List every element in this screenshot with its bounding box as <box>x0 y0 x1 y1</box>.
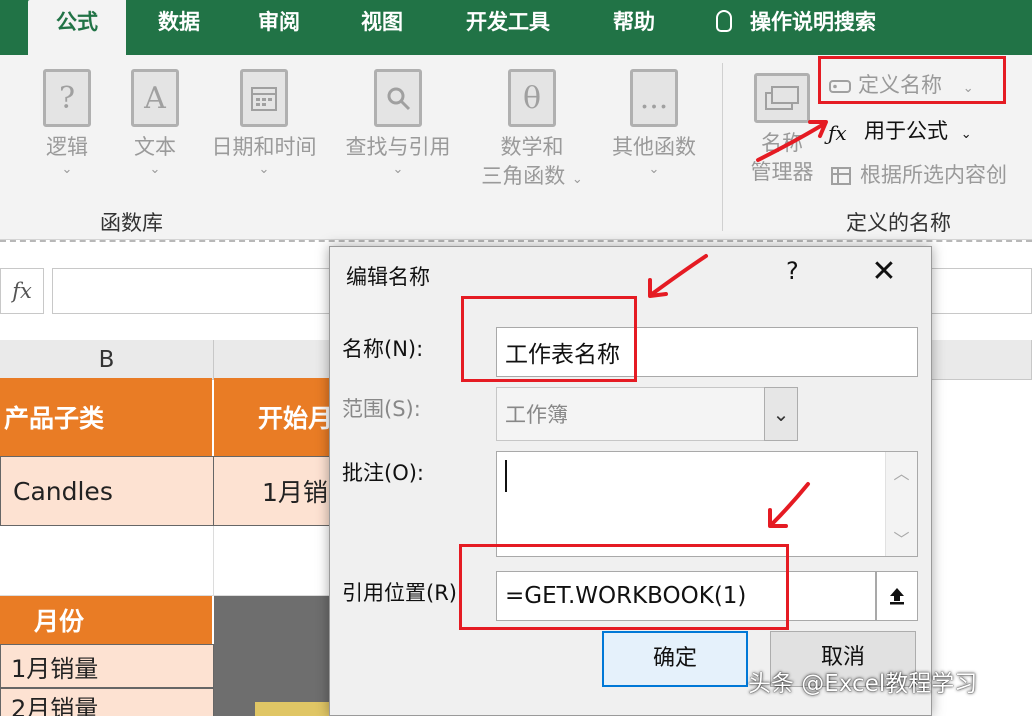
empty-cell[interactable] <box>0 526 214 596</box>
tab-formulas[interactable]: 公式 <box>28 0 126 55</box>
red-arrow-icon <box>648 254 708 298</box>
more-book-icon: ... <box>630 69 678 127</box>
lookup-label: 查找与引用 <box>345 135 451 159</box>
text-caret <box>505 460 507 492</box>
close-icon[interactable]: ✕ <box>866 255 902 291</box>
help-icon[interactable]: ? <box>786 257 799 285</box>
ribbon-tab-bar: 公式 数据 审阅 视图 开发工具 帮助 操作说明搜索 <box>0 0 1032 55</box>
tab-data[interactable]: 数据 <box>140 0 218 55</box>
tell-me-label: 操作说明搜索 <box>750 10 876 34</box>
scope-select[interactable]: 工作簿 <box>496 387 766 441</box>
tab-review[interactable]: 审阅 <box>243 0 315 55</box>
more-functions-button[interactable]: ... 其他函数 ⌄ <box>602 69 706 178</box>
chevron-down-icon: ⌄ <box>392 162 404 177</box>
chevron-down-icon[interactable]: ⌄ <box>764 387 798 441</box>
red-arrow-icon <box>756 120 828 162</box>
defined-names-group-label: 定义的名称 <box>846 211 951 235</box>
chevron-down-icon: ⌄ <box>149 162 161 177</box>
insert-function-button[interactable]: fx <box>0 268 44 314</box>
chevron-down-icon: ⌄ <box>258 162 270 177</box>
logical-label: 逻辑 <box>46 135 88 159</box>
chevron-down-icon: ⌄ <box>960 127 972 142</box>
scroll-up-icon[interactable]: ︿ <box>886 460 917 484</box>
chevron-down-icon: ⌄ <box>61 162 73 177</box>
collapse-dialog-button[interactable] <box>876 571 918 621</box>
dark-banner <box>214 596 332 716</box>
math-trig-functions-button[interactable]: θ 数学和 三角函数 ⌄ <box>470 69 594 194</box>
header-cell-month[interactable]: 月份 <box>0 596 212 644</box>
header-cell-subcategory[interactable]: 产品子类 <box>0 378 212 456</box>
math-label-line1: 数学和 <box>500 135 564 159</box>
header-cell-start-month[interactable]: 开始月 <box>214 378 344 456</box>
highlight-box-refers-to <box>459 544 789 630</box>
empty-cell[interactable] <box>214 526 334 596</box>
cell-start-month-value[interactable]: 1月销 <box>213 456 344 526</box>
create-from-selection-label: 根据所选内容创 <box>860 163 1007 187</box>
create-from-selection-button[interactable]: 根据所选内容创 <box>830 159 1007 189</box>
function-library-group-label: 函数库 <box>100 211 163 235</box>
cell-candles[interactable]: Candles <box>0 456 214 526</box>
use-in-formula-label: 用于公式 <box>864 119 948 143</box>
date-time-functions-button[interactable]: 日期和时间 ⌄ <box>202 69 326 178</box>
ok-button[interactable]: 确定 <box>602 631 748 687</box>
text-label: 文本 <box>134 135 176 159</box>
math-label-line2: 三角函数 ⌄ <box>481 164 583 188</box>
refers-to-label: 引用位置(R): <box>342 581 465 605</box>
red-arrow-icon <box>768 482 810 528</box>
comment-label: 批注(O): <box>342 461 424 485</box>
text-functions-button[interactable]: A 文本 ⌄ <box>124 69 186 178</box>
comment-scrollbar[interactable]: ︿ ﹀ <box>885 452 917 556</box>
text-book-icon: A <box>131 69 179 127</box>
watermark-text: 头条 @Excel教程学习 <box>748 671 978 697</box>
use-in-formula-button[interactable]: ƒx 用于公式 ⌄ <box>828 115 972 145</box>
logical-functions-button[interactable]: ? 逻辑 ⌄ <box>36 69 98 178</box>
tab-help[interactable]: 帮助 <box>596 0 672 55</box>
chevron-down-icon: ⌄ <box>648 162 660 177</box>
highlight-box-name <box>461 296 637 382</box>
dialog-title: 编辑名称 <box>346 265 430 289</box>
theta-book-icon: θ <box>508 69 556 127</box>
tab-developer[interactable]: 开发工具 <box>448 0 568 55</box>
question-book-icon: ? <box>43 69 91 127</box>
calendar-book-icon <box>240 69 288 127</box>
ribbon-divider <box>0 240 1032 242</box>
column-header-b[interactable]: B <box>0 340 214 380</box>
magnifier-book-icon <box>374 69 422 127</box>
more-functions-label: 其他函数 <box>612 135 696 159</box>
highlight-box-define-name <box>818 56 1006 104</box>
lookup-reference-functions-button[interactable]: 查找与引用 ⌄ <box>336 69 460 178</box>
cell-month-1[interactable]: 1月销量 <box>0 644 214 688</box>
name-label: 名称(N): <box>342 337 424 361</box>
lightbulb-icon <box>716 10 732 32</box>
scope-label: 范围(S): <box>342 397 421 421</box>
tab-view[interactable]: 视图 <box>346 0 418 55</box>
upload-arrow-icon <box>890 588 904 605</box>
cell-month-2[interactable]: 2月销量 <box>0 688 214 716</box>
comment-field[interactable]: ︿ ﹀ <box>496 451 918 557</box>
date-time-label: 日期和时间 <box>211 135 317 159</box>
group-separator <box>722 63 723 231</box>
table-grid-icon <box>831 167 851 185</box>
tell-me-search[interactable]: 操作说明搜索 <box>716 0 921 55</box>
scroll-down-icon[interactable]: ﹀ <box>886 526 917 550</box>
